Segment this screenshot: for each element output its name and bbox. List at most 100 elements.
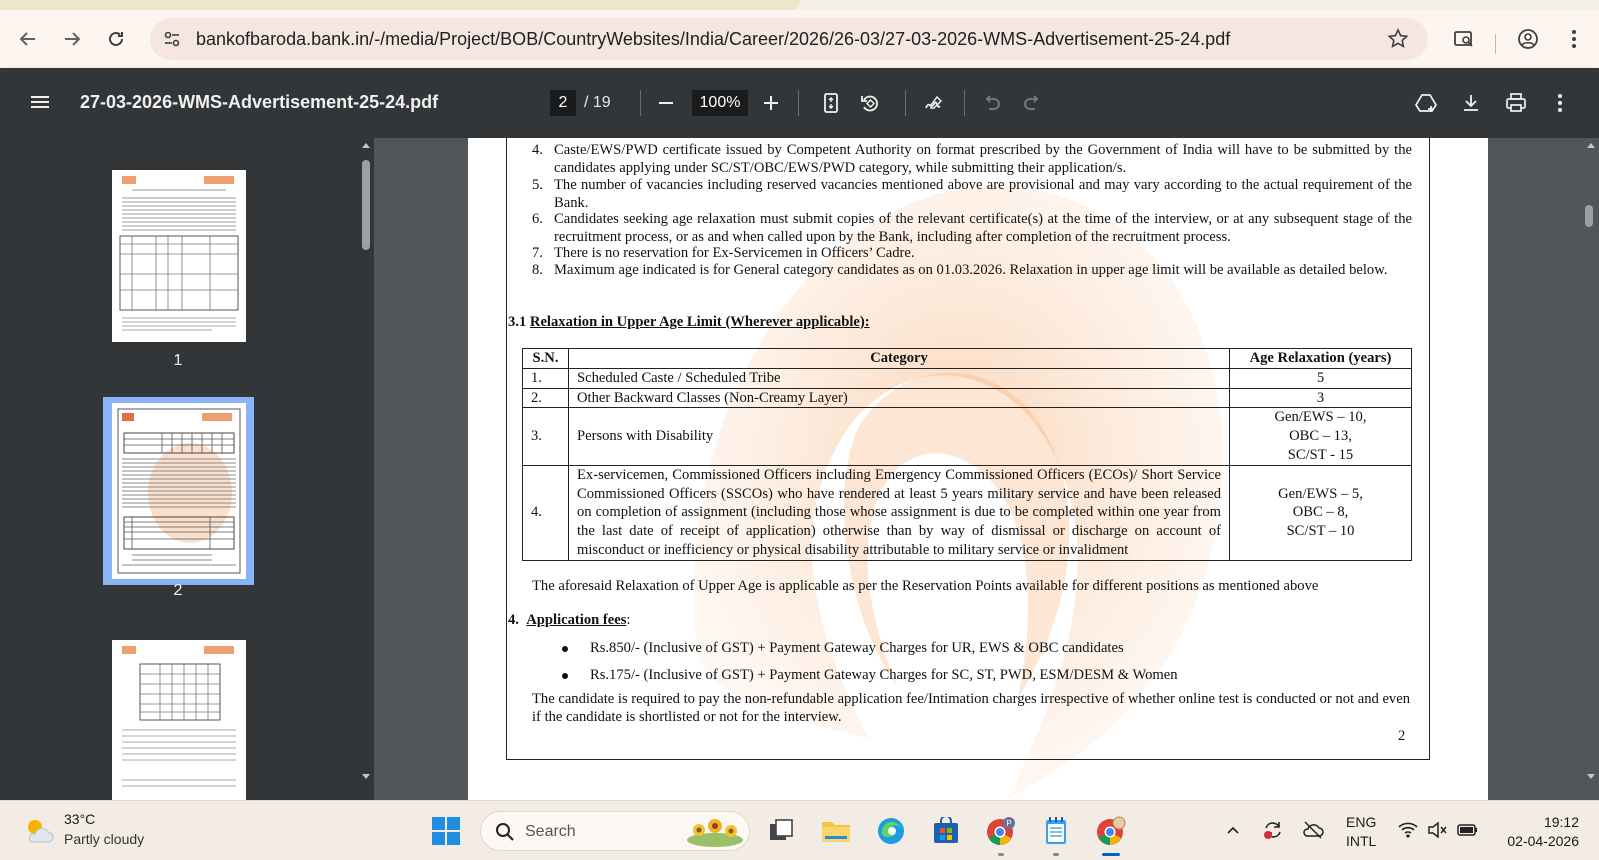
note-number: 5. [532, 177, 543, 193]
tab-strip [0, 0, 1599, 10]
windows-start-icon[interactable] [428, 813, 464, 849]
reload-icon[interactable] [100, 23, 132, 55]
note-number: 7. [532, 245, 543, 261]
svg-text:P: P [1006, 819, 1011, 828]
age-line: SC/ST - 15 [1287, 446, 1354, 463]
annotate-pen-icon[interactable] [923, 91, 947, 115]
table-row: 2. Other Backward Classes (Non-Creamy La… [522, 387, 1412, 409]
edge-browser-icon[interactable] [873, 813, 909, 849]
note-number: 8. [532, 262, 543, 278]
microsoft-store-icon[interactable] [928, 813, 964, 849]
keyboard-layout: INTL [1346, 833, 1377, 849]
main-scrollbar-thumb[interactable] [1585, 205, 1593, 227]
weather-temperature[interactable]: 33°C [64, 811, 95, 827]
profile-icon[interactable] [1512, 23, 1544, 55]
site-info-icon[interactable] [162, 29, 182, 49]
zoom-level-input[interactable]: 100% [692, 90, 748, 116]
clock-time: 19:12 [1543, 814, 1579, 830]
page-number: 2 [1398, 728, 1406, 744]
note-text: There is no reservation for Ex-Serviceme… [554, 245, 915, 261]
page-thumbnail-1[interactable] [112, 170, 246, 342]
drive-save-icon[interactable] [1414, 91, 1438, 115]
section-number: 3.1 [508, 314, 527, 330]
undo-icon[interactable] [980, 91, 1004, 115]
age-line: Gen/EWS – 5, [1278, 485, 1363, 502]
age-line: SC/ST – 10 [1286, 523, 1355, 540]
download-icon[interactable] [1459, 91, 1483, 115]
pdf-viewer[interactable]: 4. Caste/EWS/PWD certificate issued by C… [374, 138, 1599, 800]
redo-icon[interactable] [1020, 91, 1044, 115]
sync-error-icon[interactable] [1260, 817, 1286, 843]
page-thumbnail-2[interactable] [112, 403, 246, 579]
weather-description[interactable]: Partly cloudy [64, 831, 144, 847]
pdf-page: 4. Caste/EWS/PWD certificate issued by C… [468, 138, 1488, 800]
hamburger-menu-icon[interactable] [28, 90, 52, 114]
forward-icon[interactable] [56, 23, 88, 55]
address-bar[interactable]: bankofbaroda.bank.in/-/media/Project/BOB… [150, 18, 1428, 60]
page-thumbnail-label: 1 [173, 352, 183, 369]
fit-to-page-icon[interactable] [819, 91, 843, 115]
wifi-icon[interactable] [1395, 817, 1421, 843]
task-view-icon[interactable] [763, 813, 799, 849]
cell-age: 3 [1229, 387, 1412, 409]
thumbnail-sidebar: 1 2 [0, 138, 374, 800]
age-line: OBC – 8, [1292, 504, 1349, 521]
input-language-indicator[interactable]: ENG INTL [1346, 813, 1376, 851]
pdf-more-menu-icon[interactable] [1548, 91, 1572, 115]
age-line: OBC – 13, [1289, 428, 1352, 445]
search-placeholder: Search [525, 823, 576, 840]
table-note: The aforesaid Relaxation of Upper Age is… [532, 578, 1319, 594]
battery-icon[interactable] [1455, 817, 1481, 843]
note-number: 4. [532, 142, 543, 158]
note-text: The number of vacancies including reserv… [554, 177, 1412, 211]
section-heading-4: 4. Application fees: [508, 612, 631, 628]
active-app-indicator [1102, 853, 1120, 856]
cell-sn: 3. [522, 407, 569, 466]
system-clock[interactable]: 19:12 02-04-2026 [1507, 813, 1579, 851]
more-menu-icon[interactable] [1558, 23, 1590, 55]
note-text: Caste/EWS/PWD certificate issued by Comp… [554, 142, 1412, 176]
volume-muted-icon[interactable] [1424, 817, 1450, 843]
partly-cloudy-icon[interactable] [22, 814, 56, 848]
section-title: Relaxation in Upper Age Limit (Wherever … [529, 314, 870, 330]
cloud-offline-icon[interactable] [1300, 817, 1326, 843]
active-tab[interactable] [0, 0, 800, 10]
taskbar-search[interactable]: Search [480, 811, 750, 851]
chrome-active-icon[interactable] [1093, 813, 1129, 849]
toolbar-divider [964, 90, 965, 116]
cell-age: Gen/EWS – 10, OBC – 13, SC/ST - 15 [1229, 407, 1412, 466]
toolbar-divider [905, 90, 906, 116]
cell-category: Other Backward Classes (Non-Creamy Layer… [568, 387, 1230, 409]
print-icon[interactable] [1504, 91, 1528, 115]
running-indicator [1053, 853, 1059, 856]
note-text: Candidates seeking age relaxation must s… [554, 211, 1412, 245]
clock-date: 02-04-2026 [1507, 833, 1579, 849]
sidebar-scrollbar-thumb[interactable] [362, 160, 370, 250]
file-explorer-icon[interactable] [818, 813, 854, 849]
cell-age: 5 [1229, 367, 1412, 389]
zoom-in-icon[interactable] [759, 91, 783, 115]
url-text[interactable]: bankofbaroda.bank.in/-/media/Project/BOB… [196, 29, 1230, 50]
zoom-out-icon[interactable] [654, 91, 678, 115]
cell-category: Ex-servicemen, Commissioned Officers inc… [568, 464, 1230, 561]
main-scrollbar[interactable] [1585, 138, 1597, 800]
browser-toolbar: bankofbaroda.bank.in/-/media/Project/BOB… [0, 10, 1599, 68]
age-line: Gen/EWS – 10, [1274, 409, 1367, 426]
age-relaxation-table: S.N. Category Age Relaxation (years) 1. … [522, 348, 1412, 561]
back-icon[interactable] [12, 23, 44, 55]
screen-capture-icon[interactable] [1448, 23, 1480, 55]
cell-category: Persons with Disability [568, 407, 1230, 466]
fee-paragraph: The candidate is required to pay the non… [532, 691, 1410, 725]
chrome-profile-icon[interactable]: P [983, 813, 1019, 849]
page-number-input[interactable]: 2 [550, 90, 576, 116]
note-number: 6. [532, 211, 543, 227]
rotate-icon[interactable] [858, 91, 882, 115]
notepad-icon[interactable] [1038, 813, 1074, 849]
show-hidden-icons-icon[interactable] [1220, 817, 1246, 843]
page-thumbnail-3[interactable] [112, 640, 246, 800]
bookmark-star-icon[interactable] [1386, 27, 1410, 51]
note-text: Maximum age indicated is for General cat… [554, 262, 1388, 278]
column-header-age: Age Relaxation (years) [1229, 348, 1412, 369]
toolbar-divider [798, 90, 799, 116]
column-header-sn: S.N. [522, 348, 569, 369]
